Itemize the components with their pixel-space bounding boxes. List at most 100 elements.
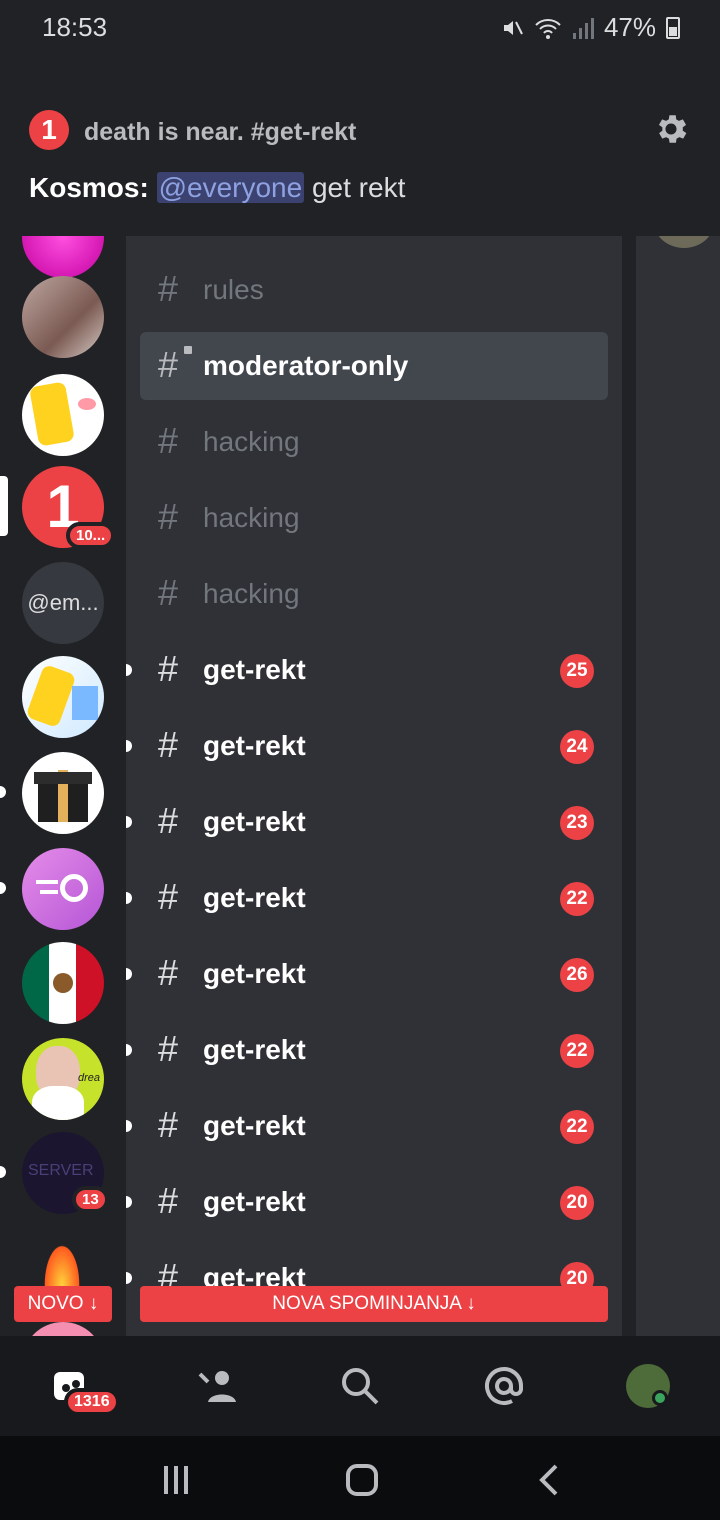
server-icon-cartoon-2[interactable] (22, 656, 104, 738)
mention-badge: 23 (560, 806, 594, 840)
channel-item[interactable]: # get-rekt 22 (126, 1016, 608, 1084)
mention-badge: 22 (560, 882, 594, 916)
notification[interactable]: 1 death is near. #get-rekt Kosmos: @ever… (0, 58, 720, 236)
channel-item[interactable]: # rules (140, 256, 608, 324)
mention-badge: 26 (560, 958, 594, 992)
hash-icon: # (158, 952, 179, 993)
channel-item-selected[interactable]: # moderator-only (140, 332, 608, 400)
server-unread-dot (0, 1166, 6, 1178)
hash-icon: # (158, 1028, 179, 1069)
discord-app: 18:53 47% 1 death is near. #get-rekt Kos… (0, 0, 720, 1520)
channel-name: get-rekt (203, 1110, 306, 1141)
friends-icon[interactable] (196, 1364, 240, 1408)
unread-dot (126, 1120, 132, 1132)
hash-icon: # (158, 268, 179, 309)
channel-name: hacking (203, 502, 300, 533)
mention-badge: 24 (560, 730, 594, 764)
unread-dot (126, 1272, 132, 1284)
status-icons: 47% (500, 12, 680, 43)
back-icon[interactable] (530, 1460, 570, 1500)
lock-icon (184, 346, 192, 354)
notification-author: Kosmos: (29, 172, 149, 203)
hash-icon: # (158, 344, 179, 385)
wifi-icon (535, 18, 561, 39)
notification-badge: 1 (29, 110, 69, 150)
new-servers-button[interactable]: NOVO ↓ (14, 1286, 112, 1322)
channel-item[interactable]: # hacking (140, 560, 608, 628)
channel-item[interactable]: # get-rekt 22 (126, 1092, 608, 1160)
server-icon-avatar[interactable]: drea (22, 1038, 104, 1120)
search-icon[interactable] (338, 1364, 382, 1408)
unread-dot (126, 1044, 132, 1056)
battery-percent: 47% (603, 12, 656, 42)
channel-item[interactable]: # get-rekt 20 (126, 1168, 608, 1236)
home-mention-badge: 1316 (64, 1388, 120, 1416)
server-icon-mexico[interactable] (22, 942, 104, 1024)
notification-message: Kosmos: @everyone get rekt (29, 172, 405, 204)
member-avatar[interactable] (654, 236, 714, 248)
hash-icon: # (158, 800, 179, 841)
unread-dot (126, 664, 132, 676)
profile-avatar[interactable] (626, 1364, 670, 1408)
channel-item[interactable]: # hacking (140, 484, 608, 552)
channel-item[interactable]: # get-rekt 23 (126, 788, 608, 856)
unread-dot (126, 1196, 132, 1208)
dm-server-icon[interactable]: @em... (22, 562, 104, 644)
mention-badge: 22 (560, 1034, 594, 1068)
android-nav-bar (0, 1436, 720, 1520)
channel-item[interactable]: # get-rekt 26 (126, 940, 608, 1008)
notification-title: death is near. #get-rekt (84, 118, 357, 146)
avatar-text: drea (78, 1072, 101, 1084)
server-unread-dot (0, 786, 6, 798)
battery-icon (666, 16, 680, 39)
server-icon-pink-2[interactable] (22, 1322, 104, 1336)
server-icon-purple[interactable] (22, 848, 104, 930)
hash-icon: # (158, 724, 179, 765)
channel-name: hacking (203, 426, 300, 457)
status-time: 18:53 (42, 12, 108, 42)
signal-icon (572, 17, 594, 39)
server-text: SERVER (28, 1162, 94, 1179)
mentions-icon[interactable] (482, 1364, 526, 1408)
channel-list: # rules # moderator-only # hacking # hacking # ha… (126, 236, 622, 1336)
channel-item[interactable]: # get-rekt 24 (126, 712, 608, 780)
hash-icon: # (158, 1180, 179, 1221)
unread-dot (126, 740, 132, 752)
hash-icon: # (158, 876, 179, 917)
server-icon-gift[interactable] (22, 752, 104, 834)
new-mentions-button[interactable]: NOVA SPOMINJANJA ↓ (140, 1286, 608, 1322)
mention-everyone: @everyone (156, 172, 305, 203)
unread-dot (126, 892, 132, 904)
channel-name: hacking (203, 578, 300, 609)
channel-name: moderator-only (203, 350, 409, 381)
channel-name: get-rekt (203, 882, 306, 913)
channel-item[interactable]: # hacking (140, 408, 608, 476)
channel-item[interactable]: # get-rekt 22 (126, 864, 608, 932)
server-mention-badge: 13 (72, 1186, 109, 1213)
channel-name: get-rekt (203, 958, 306, 989)
channel-name: rules (203, 274, 264, 305)
server-icon-face[interactable] (22, 276, 104, 358)
channel-name: get-rekt (203, 730, 306, 761)
mention-badge: 22 (560, 1110, 594, 1144)
online-status-dot (652, 1390, 668, 1406)
bottom-tab-bar (0, 1336, 720, 1436)
channel-name: get-rekt (203, 806, 306, 837)
home-nav-icon[interactable] (342, 1460, 382, 1500)
selected-server-indicator (0, 476, 8, 536)
mute-icon (503, 20, 523, 35)
hash-icon: # (158, 420, 179, 461)
server-icon-cartoon[interactable] (22, 374, 104, 456)
members-panel (636, 236, 720, 1336)
hash-icon: # (158, 572, 179, 613)
server-icon-pink[interactable] (22, 236, 104, 278)
channel-item[interactable]: # get-rekt 25 (126, 636, 608, 704)
notification-text: get rekt (311, 172, 406, 203)
gear-icon[interactable] (652, 110, 690, 148)
status-bar: 18:53 47% (0, 0, 720, 58)
server-unread-dot (0, 882, 6, 894)
mention-badge: 25 (560, 654, 594, 688)
channel-name: get-rekt (203, 1186, 306, 1217)
hash-icon: # (158, 648, 179, 689)
recent-apps-icon[interactable] (156, 1460, 196, 1500)
